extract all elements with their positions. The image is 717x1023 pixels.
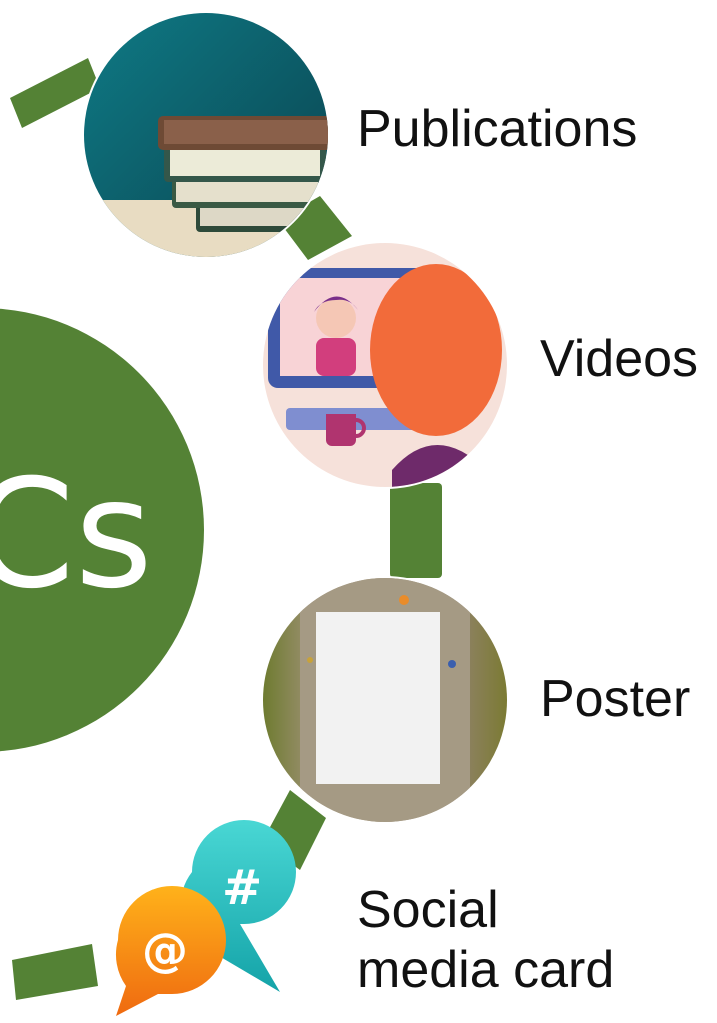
social-media-bubbles-icon: # @ <box>115 820 296 1016</box>
poster-icon <box>261 576 509 824</box>
item-label-publications: Publications <box>357 100 638 158</box>
center-circle: Cs <box>0 308 204 752</box>
item-label-social-media-card: Social media card <box>357 880 614 1001</box>
video-call-icon <box>261 241 509 489</box>
item-label-videos: Videos <box>540 330 699 388</box>
item-label-social-line1: Social <box>357 881 499 939</box>
svg-text:#: # <box>222 860 262 916</box>
center-label: Cs <box>0 448 153 622</box>
item-label-poster: Poster <box>540 670 691 728</box>
svg-text:@: @ <box>142 923 188 977</box>
item-label-social-line2: media card <box>357 941 615 1000</box>
